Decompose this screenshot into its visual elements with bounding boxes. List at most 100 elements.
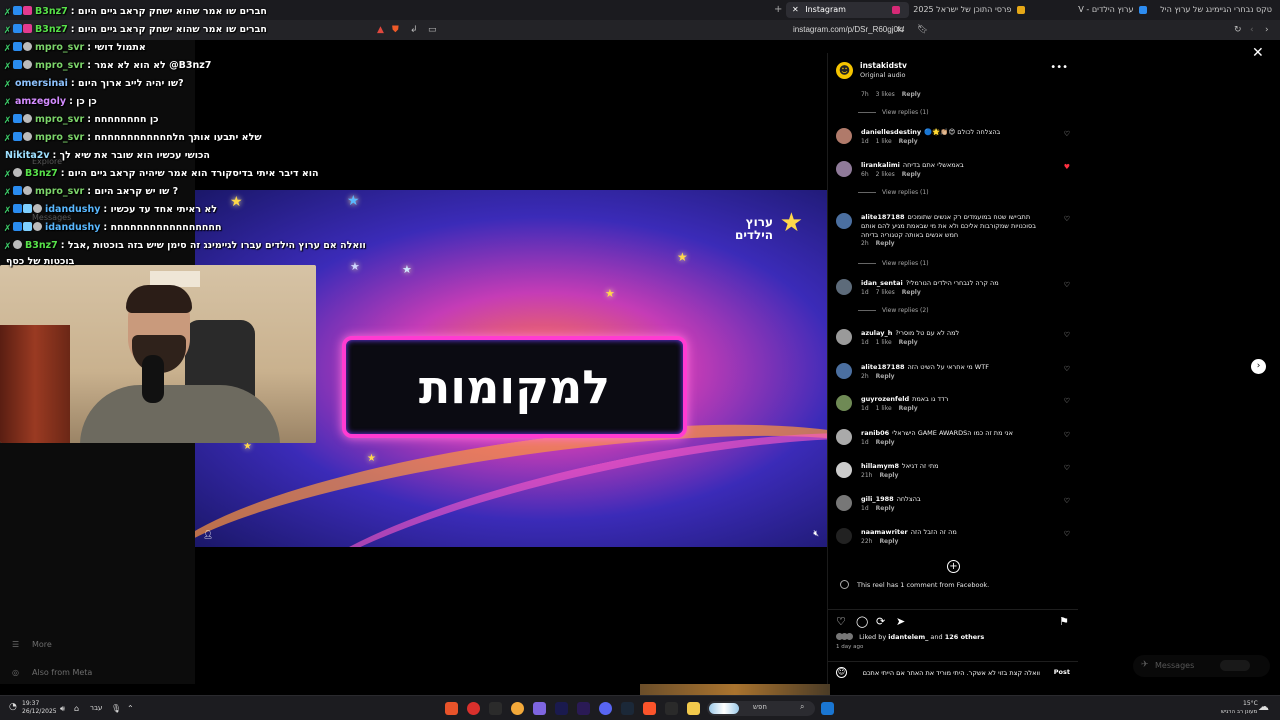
commenter-avatar[interactable] bbox=[836, 528, 852, 544]
like-icon[interactable]: ♡ bbox=[836, 616, 846, 628]
sidebar-item-also-from-meta[interactable]: ◎ Also from Meta bbox=[12, 668, 92, 677]
comment-like-icon[interactable]: ♡ bbox=[1064, 365, 1070, 373]
reply-button[interactable]: Reply bbox=[876, 505, 895, 512]
weather-temp[interactable]: 15°C bbox=[1243, 700, 1258, 708]
load-more-comments-icon[interactable]: + bbox=[947, 560, 960, 573]
moderator-badge-icon[interactable]: ✗ bbox=[3, 171, 12, 180]
bookmark-icon[interactable]: 🔖︎ bbox=[917, 24, 928, 36]
author-avatar[interactable]: ☻ bbox=[836, 62, 853, 79]
badge-badge-icon[interactable] bbox=[13, 240, 22, 249]
commenter-avatar[interactable] bbox=[836, 279, 852, 295]
tab-israel-awards[interactable]: פרסי התוכן של ישראל 2025 | הצביעו bbox=[912, 2, 1034, 18]
commenter-username[interactable]: gili_1988 bbox=[861, 495, 894, 503]
comment-likes[interactable]: 3 likes bbox=[876, 91, 895, 98]
close-tab-icon[interactable]: ✕ bbox=[792, 5, 799, 14]
comment-likes[interactable]: 1 like bbox=[876, 138, 892, 145]
chat-username[interactable]: B3nz7 bbox=[25, 168, 58, 179]
commenter-username[interactable]: alite187188 bbox=[861, 213, 905, 221]
tab-instagram[interactable]: ✕ Instagram bbox=[786, 2, 909, 18]
reply-button[interactable]: Reply bbox=[876, 373, 895, 380]
tab-kidstv[interactable]: ערוץ הילדים - KidsTV bbox=[1078, 2, 1156, 18]
reply-button[interactable]: Reply bbox=[879, 472, 898, 479]
comment-like-icon[interactable]: ♡ bbox=[1064, 464, 1070, 472]
comment-like-icon[interactable]: ♡ bbox=[1064, 215, 1070, 223]
comment-input[interactable] bbox=[862, 667, 1040, 679]
comment-like-icon[interactable]: ♡ bbox=[1064, 497, 1070, 505]
comment-like-icon[interactable]: ♥ bbox=[1064, 163, 1070, 171]
commenter-avatar[interactable] bbox=[836, 161, 852, 177]
moderator-badge-icon[interactable]: ✗ bbox=[3, 81, 12, 90]
liked-by-user[interactable]: idantelem_ bbox=[888, 633, 928, 641]
wifi-icon[interactable]: ◔ bbox=[9, 702, 17, 712]
chat-username[interactable]: mpro_svr bbox=[35, 186, 84, 197]
chat-username[interactable]: omersinai bbox=[15, 78, 68, 89]
network-icon[interactable]: ⌂ bbox=[74, 704, 79, 713]
sub-badge-icon[interactable] bbox=[13, 42, 22, 51]
commenter-avatar[interactable] bbox=[836, 495, 852, 511]
app-icon[interactable] bbox=[445, 702, 458, 715]
view-replies-button[interactable]: View replies (1) bbox=[858, 109, 929, 116]
comment-like-icon[interactable]: ♡ bbox=[1064, 130, 1070, 138]
comment-like-icon[interactable]: ♡ bbox=[1064, 281, 1070, 289]
reply-button[interactable]: Reply bbox=[876, 439, 895, 446]
chat-username[interactable]: mpro_svr bbox=[35, 132, 84, 143]
moderator-badge-icon[interactable]: ✗ bbox=[3, 99, 12, 108]
audio-label[interactable]: Original audio bbox=[860, 71, 906, 79]
commenter-avatar[interactable] bbox=[836, 213, 852, 229]
commenter-avatar[interactable] bbox=[836, 363, 852, 379]
moderator-badge-icon[interactable]: ✗ bbox=[3, 27, 12, 36]
commenter-username[interactable]: alite187188 bbox=[861, 363, 905, 371]
tab-gaming-ceremony[interactable]: טקס נבחרי הגיימינג של ערוץ הילדים bbox=[1160, 2, 1278, 18]
badge-badge-icon[interactable] bbox=[23, 42, 32, 51]
view-replies-button[interactable]: View replies (1) bbox=[858, 189, 929, 196]
badge-badge-icon[interactable] bbox=[23, 132, 32, 141]
comment-like-icon[interactable]: ♡ bbox=[1064, 397, 1070, 405]
comment-icon[interactable]: ◯ bbox=[856, 616, 868, 628]
tagged-user-icon[interactable]: 👤︎ bbox=[203, 530, 213, 539]
reload-icon[interactable]: ↻ bbox=[1234, 24, 1242, 36]
moderator-badge-icon[interactable]: ✗ bbox=[3, 63, 12, 72]
app-icon[interactable] bbox=[511, 702, 524, 715]
clock-time[interactable]: 19:37 bbox=[22, 700, 39, 708]
moderator-badge-icon[interactable]: ✗ bbox=[3, 189, 12, 198]
moderator-badge-icon[interactable]: ✗ bbox=[3, 117, 12, 126]
commenter-username[interactable]: naamawriter bbox=[861, 528, 908, 536]
commenter-username[interactable]: guyrozenfeld bbox=[861, 395, 909, 403]
clock-date[interactable]: 26/12/2025 bbox=[22, 708, 57, 716]
reply-button[interactable]: Reply bbox=[902, 171, 921, 178]
app-icon[interactable] bbox=[467, 702, 480, 715]
more-options-icon[interactable]: ••• bbox=[1050, 62, 1068, 73]
reply-button[interactable]: Reply bbox=[902, 91, 921, 98]
commenter-avatar[interactable] bbox=[836, 429, 852, 445]
sub-badge-icon[interactable] bbox=[13, 60, 22, 69]
steam-icon[interactable] bbox=[621, 702, 634, 715]
vip-badge-icon[interactable] bbox=[23, 24, 32, 33]
taskbar-search[interactable]: חפש ⌕ bbox=[707, 701, 815, 716]
comment-likes[interactable]: 7 likes bbox=[876, 289, 895, 296]
commenter-avatar[interactable] bbox=[836, 462, 852, 478]
commenter-username[interactable]: lirankalimi bbox=[861, 161, 900, 169]
comment-like-icon[interactable]: ♡ bbox=[1064, 530, 1070, 538]
chat-username[interactable]: idandushy bbox=[45, 222, 100, 233]
close-icon[interactable]: ✕ bbox=[1252, 46, 1264, 60]
messages-button[interactable]: ✈ Messages bbox=[1133, 655, 1270, 677]
chat-username[interactable]: mpro_svr bbox=[35, 42, 84, 53]
commenter-username[interactable]: azulay_h bbox=[861, 329, 892, 337]
start-icon[interactable] bbox=[821, 702, 834, 715]
view-replies-button[interactable]: View replies (2) bbox=[858, 307, 929, 314]
badge-badge-icon[interactable] bbox=[33, 222, 42, 231]
chat-username[interactable]: mpro_svr bbox=[35, 60, 84, 71]
commenter-username[interactable]: daniellesdestiny bbox=[861, 128, 921, 136]
brave-icon[interactable] bbox=[643, 702, 656, 715]
app-icon[interactable] bbox=[533, 702, 546, 715]
view-replies-button[interactable]: View replies (1) bbox=[858, 260, 929, 267]
language-indicator[interactable]: עבר bbox=[90, 704, 102, 712]
badge-badge-icon[interactable] bbox=[23, 60, 32, 69]
commenter-avatar[interactable] bbox=[836, 128, 852, 144]
emoji-icon[interactable]: ☺ bbox=[836, 667, 847, 678]
sub-badge-icon[interactable] bbox=[13, 6, 22, 15]
comment-like-icon[interactable]: ♡ bbox=[1064, 431, 1070, 439]
repost-icon[interactable]: ⟳ bbox=[876, 616, 885, 628]
volume-icon[interactable]: 🔊︎ bbox=[60, 704, 65, 714]
moderator-badge-icon[interactable]: ✗ bbox=[3, 207, 12, 216]
